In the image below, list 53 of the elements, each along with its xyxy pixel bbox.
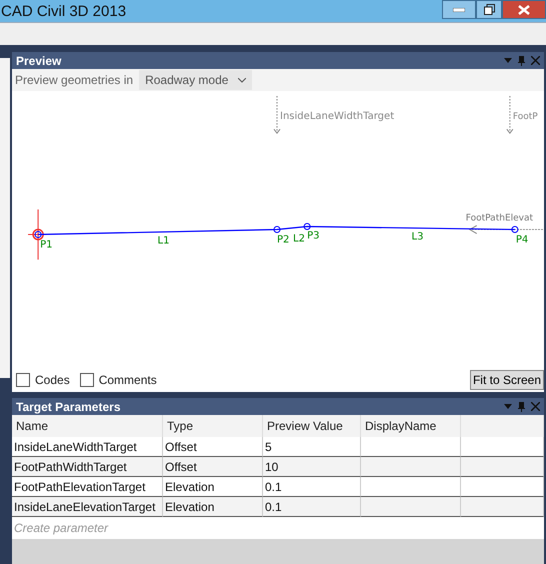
point-marker [304,223,311,230]
column-header[interactable]: Type [163,415,263,437]
link-label: L2 [293,234,305,245]
target-label: InsideLaneWidthTarget [280,111,394,122]
link-label: L1 [158,236,170,247]
minimize-button[interactable] [442,0,476,19]
table-cell: 5 [263,437,361,457]
minimize-icon [453,8,465,12]
table-cell: Elevation [163,497,263,517]
close-icon [518,4,530,14]
table-cell: 0.1 [263,497,361,517]
pin-icon[interactable] [518,402,525,412]
column-header[interactable]: DisplayName [361,415,461,437]
target-arrow [506,96,514,134]
mode-label: Preview geometries in [15,73,134,87]
table-cell: 10 [263,457,361,477]
link-label: L3 [412,232,424,243]
target-label: FootPathElevat [466,213,534,224]
point-label: P2 [277,234,290,246]
table-cell: FootPathWidthTarget [12,457,163,477]
mode-dropdown[interactable]: Roadway mode [139,70,252,90]
column-header[interactable]: Preview Value [263,415,361,437]
table-cell: InsideLaneWidthTarget [12,437,163,457]
point-label: P3 [307,230,320,242]
window-title: CAD Civil 3D 2013 [0,2,126,20]
close-button[interactable] [502,0,546,19]
panel-title: Preview [16,54,62,68]
restore-button[interactable] [476,0,502,19]
pin-icon[interactable] [518,56,525,66]
option-checkbox[interactable]: Codes [16,373,70,387]
table-cell: Offset [163,457,263,477]
table-cell: 0.1 [263,477,361,497]
dropdown-icon[interactable] [504,404,512,409]
point-marker [34,231,42,238]
dropdown-icon[interactable] [504,58,512,63]
close-icon[interactable] [531,402,540,411]
point-marker [511,226,518,234]
target-arrow [274,96,280,134]
table-cell: Offset [163,437,263,457]
point-marker [273,226,281,234]
caret-icon [238,78,246,82]
table-cell: Elevation [163,477,263,497]
table-cell: InsideLaneElevationTarget [12,497,163,517]
close-icon[interactable] [531,56,540,65]
panel-title: Target Parameters [16,400,120,414]
point-label: P1 [40,240,53,251]
option-checkbox[interactable]: Comments [80,373,157,387]
restore-icon [484,4,494,15]
table-cell: FootPathElevationTarget [12,477,163,497]
fit-to-screen-button[interactable]: Fit to Screen [470,370,544,390]
target-label: FootP [512,112,538,122]
column-header[interactable]: Name [12,415,163,437]
point-label: P4 [516,234,528,246]
